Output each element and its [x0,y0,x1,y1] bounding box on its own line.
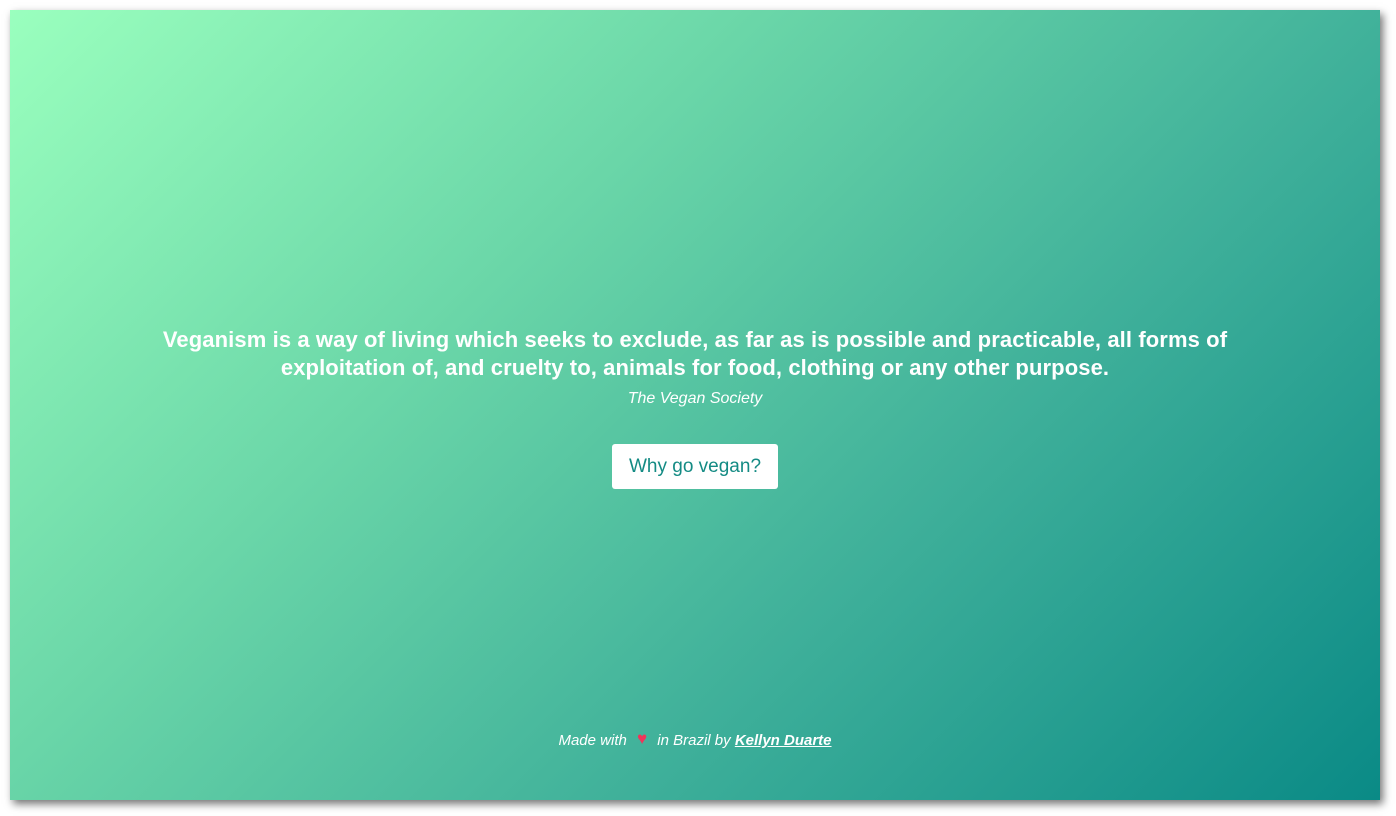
footer-middle: in Brazil by [657,732,731,749]
quote-author: The Vegan Society [627,390,763,407]
page-background: Veganism is a way of living which seeks … [10,10,1380,800]
quote-block: Veganism is a way of living which seeks … [10,326,1380,408]
footer: Made with ♥ in Brazil by Kellyn Duarte [10,729,1380,750]
author-link[interactable]: Kellyn Duarte [735,732,832,749]
quote-text: Veganism is a way of living which seeks … [162,327,1228,380]
footer-prefix: Made with [558,732,627,749]
heart-icon: ♥ [637,729,648,748]
why-go-vegan-button[interactable]: Why go vegan? [612,444,778,489]
